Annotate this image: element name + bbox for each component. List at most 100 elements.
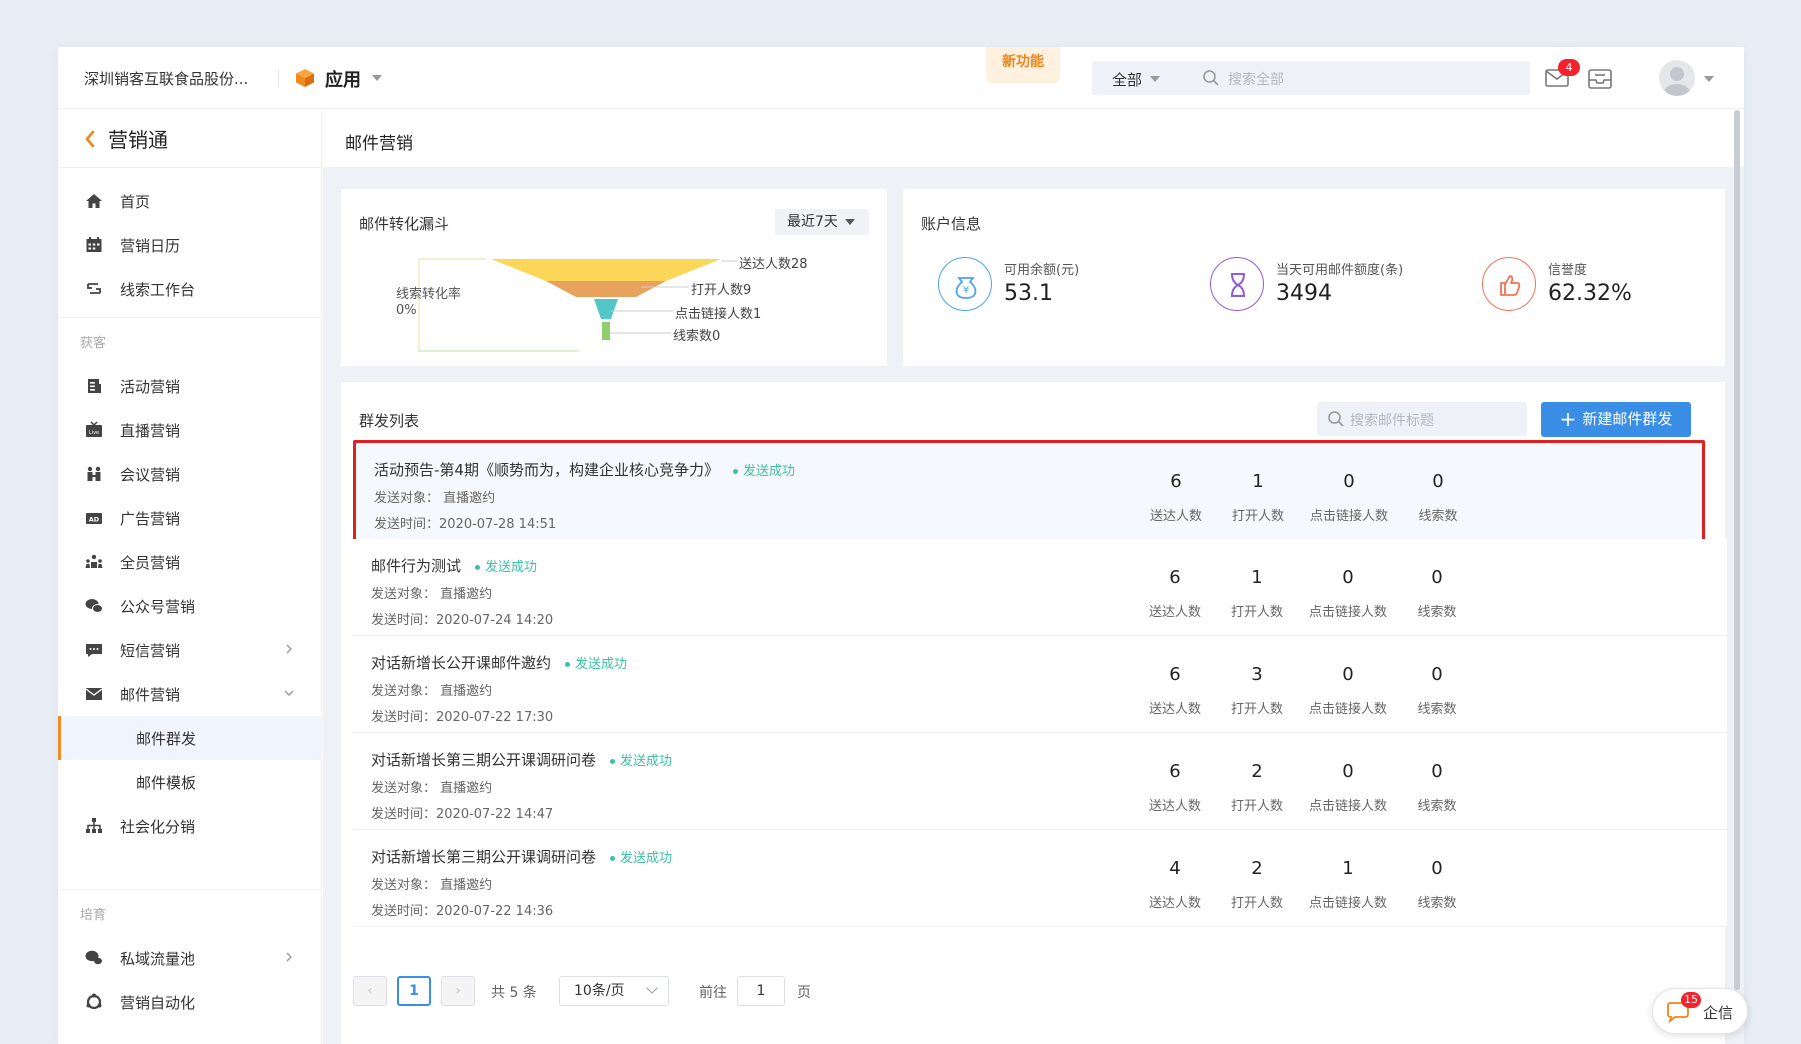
stat-caption: 线索数: [1417, 896, 1457, 911]
sidebar-item-activity[interactable]: 活动营销: [58, 364, 322, 408]
table-row[interactable]: 邮件行为测试 发送成功 发送对象： 直播邀约 发送时间：2020-07-24 14:2…: [353, 539, 1727, 636]
inbox-icon[interactable]: [1587, 67, 1613, 91]
search-icon: [1203, 70, 1219, 86]
page-1-button[interactable]: 1: [397, 976, 431, 1006]
page-size-label: 10条/页: [574, 983, 625, 999]
divider: [58, 317, 322, 318]
back-arrow-icon[interactable]: [84, 130, 96, 148]
home-icon: [86, 194, 102, 208]
automation-icon: [86, 993, 102, 1010]
new-mass-mail-button[interactable]: + 新建邮件群发: [1541, 402, 1691, 437]
mail-subject[interactable]: 活动预告-第4期《顺势而为，构建企业核心竞争力》 发送成功: [374, 459, 795, 480]
sidebar-item-label: 邮件群发: [136, 730, 197, 748]
table-row[interactable]: 活动预告-第4期《顺势而为，构建企业核心竞争力》 发送成功 发送对象： 直播邀约 发送…: [353, 440, 1705, 554]
mail-subject-text: 对话新增长第三期公开课调研问卷: [371, 751, 597, 769]
sidebar-item-leads-desk[interactable]: 线索工作台: [58, 267, 322, 311]
company-name[interactable]: 深圳销客互联食品股份...: [84, 68, 248, 89]
send-target: 发送对象： 直播邀约: [371, 781, 493, 796]
sidebar-item-live[interactable]: Live 直播营销: [58, 408, 322, 452]
mail-title-search[interactable]: 搜索邮件标题: [1317, 402, 1527, 436]
sidebar-item-staff[interactable]: 全员营销: [58, 540, 322, 584]
sidebar-item-label: 邮件模板: [136, 774, 197, 792]
live-icon: Live: [86, 421, 102, 437]
sidebar-subitem-mail-template[interactable]: 邮件模板: [58, 760, 322, 804]
account-quota: 当天可用邮件额度(条) 3494: [1210, 257, 1470, 317]
org-chart-icon: [86, 818, 102, 833]
divider: [58, 889, 322, 890]
mail-subject[interactable]: 对话新增长公开课邮件邀约 发送成功: [371, 652, 627, 673]
mail-subject[interactable]: 对话新增长第三期公开课调研问卷 发送成功: [371, 749, 672, 770]
sidebar-item-ad[interactable]: AD 广告营销: [58, 496, 322, 540]
svg-text:AD: AD: [89, 516, 100, 524]
sidebar-item-home[interactable]: 首页: [58, 179, 322, 223]
avatar[interactable]: [1659, 60, 1695, 96]
sidebar-item-mail[interactable]: 邮件营销: [58, 672, 322, 716]
conversion-rate-value: 0%: [396, 303, 417, 318]
stat-value: 0: [1432, 471, 1444, 492]
new-feature-badge[interactable]: 新功能: [986, 47, 1060, 83]
prev-page-button[interactable]: ‹: [353, 976, 387, 1006]
goto-prefix: 前往: [699, 985, 727, 1001]
top-bar: 深圳销客互联食品股份... 应用 新功能 全部 搜索全部 4: [58, 47, 1744, 109]
chevron-down-icon[interactable]: [283, 687, 295, 699]
page-size-select[interactable]: 10条/页: [559, 976, 669, 1006]
activity-icon: [88, 379, 101, 393]
funnel-label-leads: 线索数0: [673, 329, 721, 344]
next-page-button[interactable]: ›: [441, 976, 475, 1006]
sidebar-item-meeting[interactable]: 会议营销: [58, 452, 322, 496]
send-time: 发送时间：2020-07-28 14:51: [374, 517, 557, 532]
user-silhouette-icon: [1664, 67, 1690, 96]
qixin-label: 企信: [1703, 1004, 1734, 1022]
mail-subject-text: 对话新增长第三期公开课调研问卷: [371, 848, 597, 866]
account-title: 账户信息: [921, 215, 982, 233]
search-scope-select[interactable]: 全部: [1112, 69, 1142, 90]
total-count: 共 5 条: [491, 985, 537, 1001]
stat-value: 0: [1431, 664, 1443, 685]
sidebar-header: 营销通: [58, 110, 322, 168]
stat-caption: 线索数: [1417, 702, 1457, 717]
page-header: 邮件营销: [323, 110, 1744, 168]
sidebar-item-sms[interactable]: 短信营销: [58, 628, 322, 672]
search-input[interactable]: 搜索邮件标题: [1350, 410, 1434, 430]
mail-subject[interactable]: 对话新增长第三期公开课调研问卷 发送成功: [371, 846, 672, 867]
group-label-nurture: 培育: [80, 908, 107, 923]
table-row[interactable]: 对话新增长公开课邮件邀约 发送成功 发送对象： 直播邀约 发送时间：2020-07-2…: [353, 636, 1727, 733]
thumbs-up-icon: [1482, 257, 1536, 311]
sidebar-item-automation[interactable]: 营销自动化: [58, 980, 322, 1024]
send-time: 发送时间：2020-07-22 17:30: [371, 710, 554, 725]
sidebar-item-social[interactable]: 社会化分销: [58, 804, 322, 848]
sidebar-item-calendar[interactable]: 营销日历: [58, 223, 322, 267]
sidebar-item-wechat[interactable]: 公众号营销: [58, 584, 322, 628]
mail-subject-text: 邮件行为测试: [371, 557, 462, 575]
conversion-rate-label: 线索转化率: [396, 287, 462, 302]
app-menu-caret-icon[interactable]: [372, 75, 382, 81]
table-row[interactable]: 对话新增长第三期公开课调研问卷 发送成功 发送对象： 直播邀约 发送时间：2020-0…: [353, 733, 1727, 830]
account-card: 账户信息 ¥ 可用余额(元) 53.1 当天可用邮件额度(条) 3494 信誉度…: [903, 189, 1725, 366]
reputation-value: 62.32%: [1548, 281, 1632, 306]
chevron-right-icon[interactable]: [283, 643, 295, 655]
chevron-right-icon[interactable]: [283, 951, 295, 963]
search-icon: [1328, 411, 1344, 427]
search-input[interactable]: 搜索全部: [1228, 69, 1284, 89]
sidebar-item-label: 短信营销: [120, 642, 181, 660]
qixin-chat-button[interactable]: 15 企信: [1652, 988, 1748, 1034]
scrollbar[interactable]: [1734, 110, 1740, 990]
wechat-icon: [85, 599, 103, 613]
sidebar-subitem-mass-mail[interactable]: 邮件群发: [58, 716, 322, 760]
app-menu-label[interactable]: 应用: [325, 66, 361, 92]
ad-icon: AD: [86, 513, 102, 524]
chevron-down-icon[interactable]: [1704, 76, 1714, 82]
sidebar-item-label: 活动营销: [120, 378, 181, 396]
sidebar-item-private-pool[interactable]: 私域流量池: [58, 936, 322, 980]
sidebar-item-label: 广告营销: [120, 510, 181, 528]
sidebar: 营销通 首页 营销日历 线索工作台 获客 活动营销 Live 直播营销 会议营销: [58, 110, 322, 1044]
funnel-stage-leads: [602, 322, 610, 340]
chevron-down-icon[interactable]: [1150, 76, 1160, 82]
sidebar-title: 营销通: [108, 128, 168, 152]
sidebar-item-label: 营销日历: [120, 237, 181, 255]
mail-icon: [85, 688, 103, 700]
sidebar-item-label: 公众号营销: [120, 598, 196, 616]
table-row[interactable]: 对话新增长第三期公开课调研问卷 发送成功 发送对象： 直播邀约 发送时间：2020-0…: [353, 830, 1727, 927]
mail-subject[interactable]: 邮件行为测试 发送成功: [371, 555, 537, 576]
goto-page-input[interactable]: 1: [737, 976, 785, 1006]
